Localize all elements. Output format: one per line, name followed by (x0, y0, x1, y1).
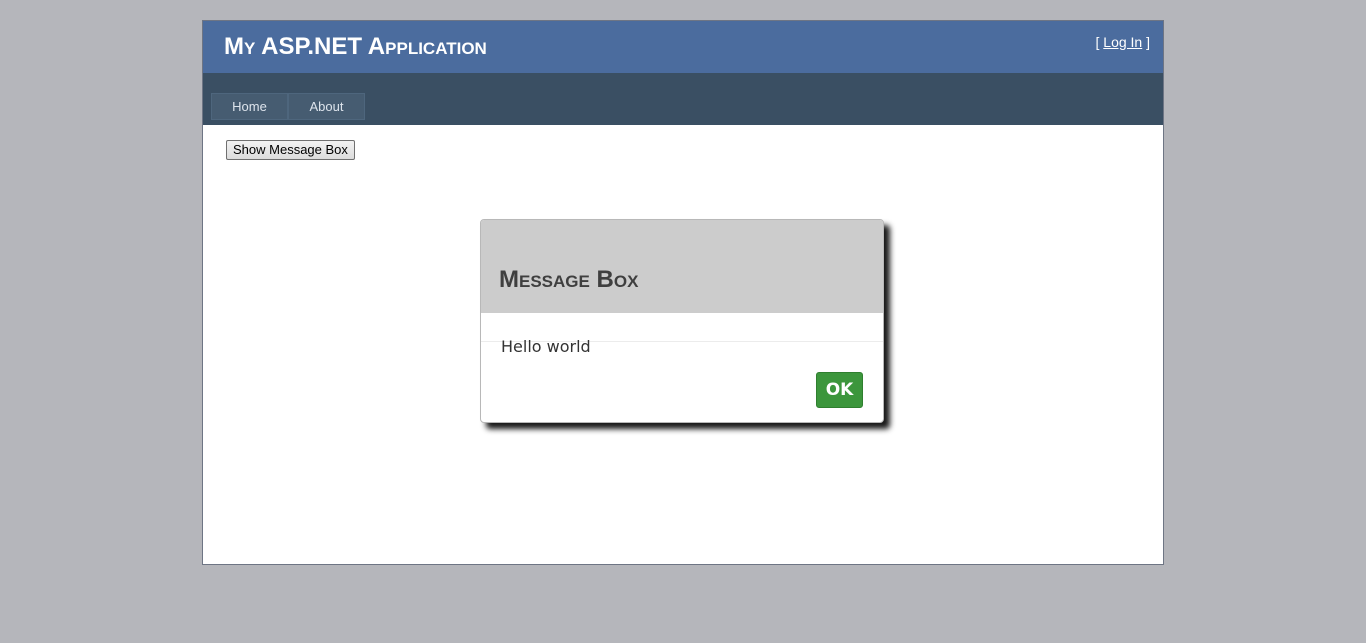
dialog-header: Message Box (481, 220, 883, 313)
nav-menu: Home About (211, 93, 365, 120)
app-title: My ASP.NET Application (224, 33, 487, 60)
site-header: My ASP.NET Application [ Log In ] (203, 21, 1163, 73)
show-message-box-button[interactable]: Show Message Box (226, 140, 355, 160)
login-close-bracket: ] (1146, 34, 1150, 50)
dialog-title: Message Box (499, 266, 639, 293)
login-open-bracket: [ (1095, 34, 1100, 50)
message-box-dialog: Message Box Hello world OK (480, 219, 884, 423)
dialog-message: Hello world (501, 337, 591, 356)
ok-button[interactable]: OK (816, 372, 863, 408)
nav-menu-bar: Home About (203, 73, 1163, 125)
login-display: [ Log In ] (1096, 34, 1151, 50)
login-link[interactable]: Log In (1103, 34, 1142, 50)
nav-item-home[interactable]: Home (211, 93, 288, 120)
nav-item-about[interactable]: About (288, 93, 365, 120)
